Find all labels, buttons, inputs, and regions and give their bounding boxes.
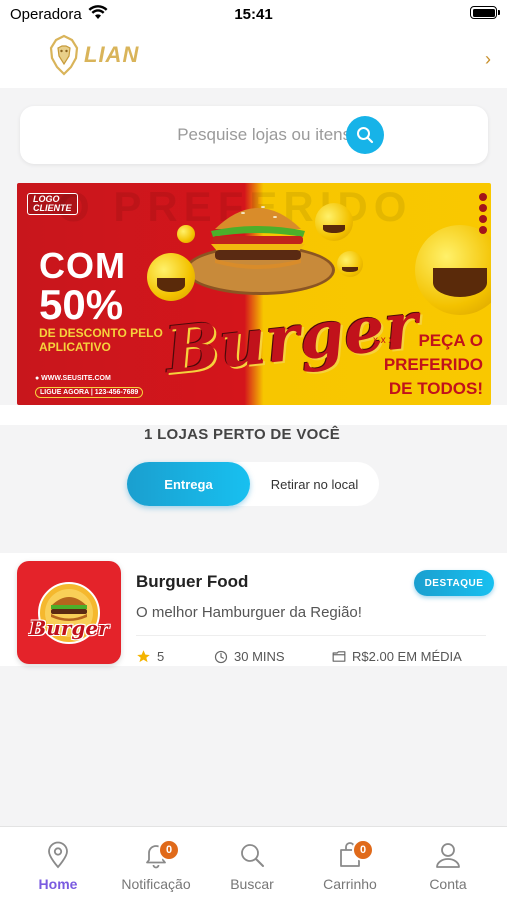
banner-cta: PEÇA O PREFERIDO DE TODOS!	[383, 331, 483, 398]
search-bar	[20, 106, 488, 164]
emoji-laughing	[147, 253, 195, 301]
star-icon	[137, 650, 150, 663]
nav-item-search[interactable]: Buscar	[202, 827, 302, 900]
store-name[interactable]: Burguer Food	[136, 572, 248, 592]
wallet-icon	[332, 651, 346, 662]
divider-band	[0, 405, 507, 425]
brand-name: LIAN	[84, 42, 140, 67]
time-value: 30 MINS	[234, 649, 285, 664]
nav-item-account[interactable]: Conta	[398, 827, 498, 900]
store-logo: Burger	[17, 561, 121, 664]
store-description: O melhor Hamburguer da Região!	[136, 604, 362, 621]
store-delivery-time: 30 MINS	[214, 649, 285, 664]
app-header: LIAN ›	[0, 30, 507, 88]
store-rating: 5	[136, 649, 164, 664]
nav-label-search: Buscar	[230, 876, 274, 892]
cart-badge: 0	[352, 839, 374, 861]
toggle-delivery[interactable]: Entrega	[127, 462, 250, 506]
nav-label-cart: Carrinho	[323, 876, 377, 892]
nav-item-cart[interactable]: 0 Carrinho	[300, 827, 400, 900]
brand-logo[interactable]: LIAN	[48, 34, 139, 76]
rating-value: 5	[157, 649, 165, 664]
stores-count: 1 LOJAS PERTO DE VOCÊ	[143, 426, 341, 443]
delivery-mode-toggle: Entrega Retirar no local	[127, 462, 379, 506]
burger-image	[211, 206, 305, 269]
bottom-navigation: Home 0 Notificação Buscar 0 Carrinho Con…	[0, 826, 507, 900]
search-icon	[357, 127, 374, 144]
location-pin-icon	[48, 841, 68, 869]
toggle-pickup[interactable]: Retirar no local	[250, 462, 379, 506]
lion-logo-icon	[49, 34, 79, 76]
nav-label-home: Home	[38, 876, 78, 892]
user-icon	[436, 843, 460, 868]
featured-badge: DESTAQUE	[414, 570, 494, 596]
search-input[interactable]	[80, 124, 370, 146]
emoji-heart-eyes	[315, 203, 353, 241]
banner-client-logo: LOGO CLIENTE	[27, 193, 78, 215]
search-button[interactable]	[346, 116, 384, 154]
battery-icon	[470, 6, 500, 19]
store-card[interactable]: Burger Burguer Food DESTAQUE O melhor Ha…	[0, 553, 507, 666]
store-average-price: R$2.00 EM MÉDIA	[332, 649, 462, 664]
status-bar: Operadora 15:41	[0, 0, 507, 30]
clock-icon	[214, 650, 228, 663]
emoji-small	[177, 225, 195, 243]
banner-description: DE DESCONTO PELO APLICATIVO	[39, 326, 163, 354]
notification-badge: 0	[158, 839, 180, 861]
chevron-right-icon[interactable]: ›	[485, 49, 491, 70]
price-value: R$2.00 EM MÉDIA	[352, 649, 462, 664]
banner-website: ● WWW.SEUSITE.COM	[35, 375, 111, 382]
status-time: 15:41	[234, 6, 273, 23]
emoji-big-laugh	[415, 225, 491, 315]
nav-item-notifications[interactable]: 0 Notificação	[106, 827, 206, 900]
nav-item-home[interactable]: Home	[8, 827, 108, 900]
store-divider	[136, 635, 486, 636]
store-logo-text: Burger	[29, 616, 109, 640]
banner-phone: LIGUE AGORA | 123-456-7689	[35, 387, 144, 398]
banner-social-icons	[479, 193, 487, 234]
search-icon	[241, 844, 264, 867]
nav-label-notifications: Notificação	[121, 876, 191, 892]
nav-label-account: Conta	[429, 876, 467, 892]
banner-discount: 50%	[39, 281, 124, 328]
emoji-cool	[337, 251, 363, 277]
promo-banner[interactable]: O PREFERIDO LOGO CLIENTE COM 50% DE DESC…	[17, 183, 491, 405]
